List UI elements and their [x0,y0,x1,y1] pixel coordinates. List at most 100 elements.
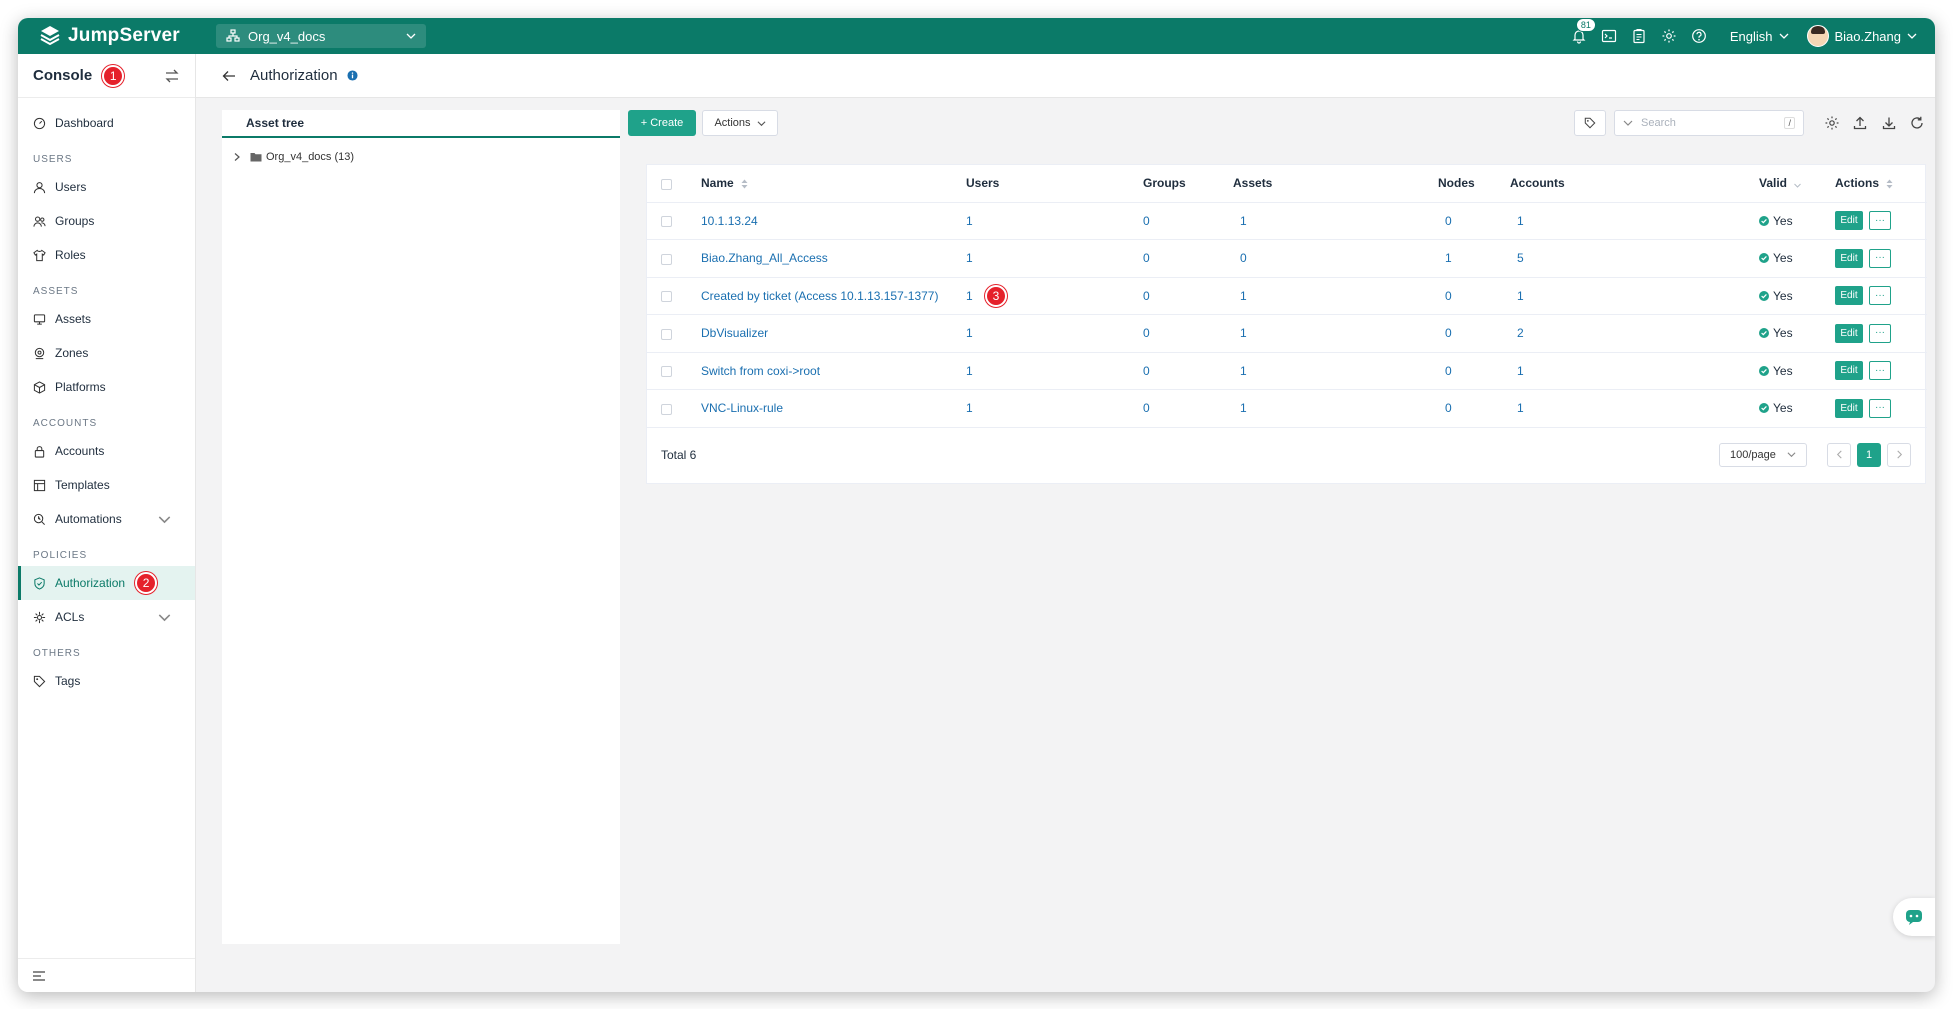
refresh-icon[interactable] [1909,115,1925,131]
row-checkbox[interactable] [661,328,672,340]
tree-node-root[interactable]: Org_v4_docs (13) [222,146,620,168]
notifications-button[interactable]: 81 [1570,18,1596,45]
assets-count-link[interactable]: 1 [1240,214,1247,228]
edit-button[interactable]: Edit [1835,361,1863,381]
nodes-count-link[interactable]: 0 [1445,289,1452,303]
permission-name-link[interactable]: DbVisualizer [701,326,768,340]
more-actions-button[interactable]: ··· [1869,286,1891,306]
row-select-cell[interactable] [647,277,687,315]
row-select-cell[interactable] [647,239,687,278]
assets-count-link[interactable]: 1 [1240,289,1247,303]
next-page-button[interactable] [1887,442,1911,467]
sidebar-item-groups[interactable]: Groups [18,204,195,238]
chevron-right-icon[interactable] [232,152,242,162]
more-actions-button[interactable]: ··· [1869,323,1891,343]
row-checkbox[interactable] [661,403,672,415]
filter-icon[interactable] [1794,179,1802,189]
groups-count-link[interactable]: 0 [1143,214,1150,228]
row-checkbox[interactable] [661,291,672,303]
sidebar-item-dashboard[interactable]: Dashboard [18,106,195,140]
users-count-link[interactable]: 1 [966,364,973,378]
assets-count-link[interactable]: 0 [1240,251,1247,265]
sidebar-item-templates[interactable]: Templates [18,468,195,502]
nodes-count-link[interactable]: 0 [1445,364,1452,378]
accounts-count-link[interactable]: 5 [1517,251,1524,265]
select-all-cell[interactable] [647,165,687,203]
sidebar-item-authorization[interactable]: Authorization 2 [18,566,195,600]
sidebar-item-acls[interactable]: ACLs [18,600,195,634]
assets-count-link[interactable]: 1 [1240,401,1247,415]
edit-button[interactable]: Edit [1835,211,1863,231]
permission-name-link[interactable]: Switch from coxi->root [701,364,820,378]
more-actions-button[interactable]: ··· [1869,361,1891,381]
help-button[interactable] [1690,27,1708,45]
column-header-actions[interactable]: Actions [1835,165,1927,203]
sidebar-item-zones[interactable]: Zones [18,336,195,370]
groups-count-link[interactable]: 0 [1143,251,1150,265]
user-menu[interactable]: Biao.Zhang [1806,25,1918,47]
accounts-count-link[interactable]: 1 [1517,289,1524,303]
download-icon[interactable] [1881,115,1897,131]
permission-name-link[interactable]: 10.1.13.24 [701,214,758,228]
permission-name-link[interactable]: Created by ticket (Access 10.1.13.157-13… [701,289,938,303]
permission-name-link[interactable]: Biao.Zhang_All_Access [701,251,828,265]
create-button[interactable]: + Create [628,110,696,136]
accounts-count-link[interactable]: 2 [1517,326,1524,340]
page-size-select[interactable]: 100/page [1719,442,1807,467]
logo[interactable]: JumpServer [38,24,208,48]
assets-count-link[interactable]: 1 [1240,364,1247,378]
more-actions-button[interactable]: ··· [1869,398,1891,418]
users-count-link[interactable]: 1 [966,326,973,340]
edit-button[interactable]: Edit [1835,323,1863,343]
users-count-link[interactable]: 1 [966,401,973,415]
sidebar-item-tags[interactable]: Tags [18,664,195,698]
upload-icon[interactable] [1852,115,1868,131]
row-select-cell[interactable] [647,389,687,428]
accounts-count-link[interactable]: 1 [1517,364,1524,378]
org-select[interactable]: Org_v4_docs [216,24,426,48]
users-count-link[interactable]: 1 [966,214,973,228]
row-checkbox[interactable] [661,216,672,228]
tickets-button[interactable] [1630,27,1648,45]
row-select-cell[interactable] [647,202,687,240]
sidebar-collapse[interactable] [18,958,195,992]
web-terminal-button[interactable] [1600,27,1618,45]
nodes-count-link[interactable]: 1 [1445,251,1452,265]
row-select-cell[interactable] [647,352,687,390]
nodes-count-link[interactable]: 0 [1445,401,1452,415]
sidebar-item-roles[interactable]: Roles [18,238,195,272]
edit-button[interactable]: Edit [1835,248,1863,268]
switch-view-icon[interactable] [164,68,180,84]
sidebar-item-platforms[interactable]: Platforms [18,370,195,404]
accounts-count-link[interactable]: 1 [1517,214,1524,228]
column-header-valid[interactable]: Valid [1759,165,1835,203]
groups-count-link[interactable]: 0 [1143,364,1150,378]
edit-button[interactable]: Edit [1835,286,1863,306]
permission-name-link[interactable]: VNC-Linux-rule [701,401,783,415]
chevron-down-icon[interactable] [1623,118,1633,128]
nodes-count-link[interactable]: 0 [1445,326,1452,340]
info-icon[interactable] [347,70,358,81]
groups-count-link[interactable]: 0 [1143,326,1150,340]
search-input[interactable] [1641,117,1785,129]
sort-icon[interactable] [741,179,748,189]
groups-count-link[interactable]: 0 [1143,401,1150,415]
edit-button[interactable]: Edit [1835,398,1863,418]
sidebar-item-users[interactable]: Users [18,170,195,204]
row-checkbox[interactable] [661,366,672,378]
row-select-cell[interactable] [647,314,687,353]
column-settings-icon[interactable] [1824,115,1840,131]
row-checkbox[interactable] [661,253,672,265]
sidebar-item-automations[interactable]: Automations [18,502,195,536]
select-all-checkbox[interactable] [661,178,672,190]
sidebar-item-accounts[interactable]: Accounts [18,434,195,468]
users-count-link[interactable]: 1 [966,251,973,265]
tag-filter-button[interactable] [1574,110,1606,136]
more-actions-button[interactable]: ··· [1869,248,1891,268]
page-number-current[interactable]: 1 [1857,442,1881,467]
more-actions-button[interactable]: ··· [1869,211,1891,231]
sort-icon[interactable] [1886,179,1893,189]
sidebar-item-assets[interactable]: Assets [18,302,195,336]
accounts-count-link[interactable]: 1 [1517,401,1524,415]
nodes-count-link[interactable]: 0 [1445,214,1452,228]
